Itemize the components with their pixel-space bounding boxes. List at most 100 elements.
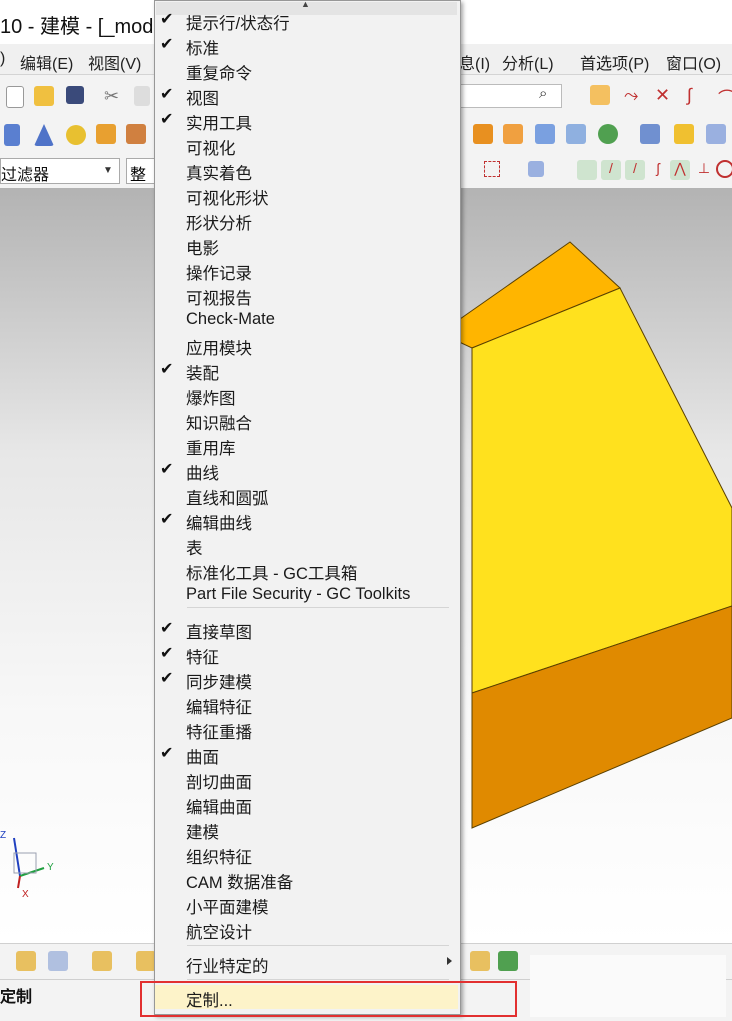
menu-item-label: 小平面建模 [186, 899, 269, 917]
menu-item[interactable]: 航空设计 [155, 917, 458, 942]
menu-item-label: 曲面 [186, 749, 219, 767]
snap-center-icon[interactable] [716, 160, 732, 178]
menu-item[interactable]: 操作记录 [155, 258, 458, 283]
snap-point-icon[interactable] [577, 160, 597, 180]
menu-info[interactable]: 息(I) [459, 50, 490, 74]
menu-item-label: 知识融合 [186, 415, 252, 433]
menu-item[interactable]: 直线和圆弧 [155, 483, 458, 508]
menu-item[interactable]: ✔ 视图 [155, 83, 458, 108]
pattern-icon[interactable] [473, 124, 493, 144]
cone-icon[interactable] [34, 124, 54, 146]
menu-item[interactable]: 重复命令 [155, 58, 458, 83]
new-file-icon[interactable] [6, 86, 24, 108]
menu-item[interactable]: ✔ 曲线 [155, 458, 458, 483]
menu-item[interactable]: 应用模块 [155, 333, 458, 358]
snap-icon[interactable] [590, 85, 610, 105]
sequence-icon[interactable] [498, 951, 518, 971]
menu-separator [187, 607, 449, 608]
menu-item[interactable]: 编辑特征 [155, 692, 458, 717]
sphere-icon[interactable] [66, 125, 86, 145]
menu-item-label: 航空设计 [186, 924, 252, 942]
menu-item[interactable]: ✔ 直接草图 [155, 617, 458, 642]
menu-item[interactable]: CAM 数据准备 [155, 867, 458, 892]
select-body-icon[interactable] [528, 161, 544, 177]
checkmark-icon: ✔ [160, 361, 174, 378]
chevron-down-icon[interactable]: ▼ [103, 165, 113, 176]
menu-item-label: 标准化工具 - GC工具箱 [186, 565, 358, 583]
block-icon[interactable] [706, 124, 726, 144]
menu-item-industry-specific[interactable]: 行业特定的 [155, 951, 458, 976]
move-component-icon[interactable] [136, 951, 156, 971]
menu-item[interactable]: 组织特征 [155, 842, 458, 867]
menu-item[interactable]: ✔ 实用工具 [155, 108, 458, 133]
menu-item[interactable]: ✔ 同步建模 [155, 667, 458, 692]
menu-item[interactable]: 知识融合 [155, 408, 458, 433]
assembly-icon[interactable] [48, 951, 68, 971]
menu-item[interactable]: ✔ 提示行/状态行 [155, 8, 458, 33]
menu-item[interactable]: 编辑曲面 [155, 792, 458, 817]
constraint-icon[interactable] [92, 951, 112, 971]
pocket-icon[interactable] [126, 124, 146, 144]
menu-item-label: 表 [186, 540, 203, 558]
menu-item[interactable]: 电影 [155, 233, 458, 258]
menu-item[interactable]: ✔ 曲面 [155, 742, 458, 767]
combine-icon[interactable] [535, 124, 555, 144]
menu-preferences[interactable]: 首选项(P) [580, 50, 649, 74]
snap-control-icon[interactable]: ʃ [648, 160, 668, 180]
menu-item[interactable]: 剖切曲面 [155, 767, 458, 792]
component-icon[interactable] [16, 951, 36, 971]
selection-scope-value: 整个 [130, 167, 147, 184]
offset-icon[interactable] [598, 124, 618, 144]
menu-item[interactable]: Part File Security - GC Toolkits [155, 583, 458, 607]
snap-endpoint-icon[interactable]: / [601, 160, 621, 180]
menu-item[interactable]: ✔ 装配 [155, 358, 458, 383]
search-icon[interactable]: ⌕ [539, 85, 547, 102]
cut-icon[interactable]: ✂ [104, 86, 124, 106]
curve-extra-icon[interactable]: ⌒ [718, 85, 732, 109]
menu-analysis[interactable]: 分析(L) [502, 50, 554, 74]
snap-intersection-icon[interactable]: ⋀ [670, 160, 690, 180]
menu-item[interactable]: 小平面建模 [155, 892, 458, 917]
save-icon[interactable] [66, 86, 84, 104]
menu-item[interactable]: Check-Mate [155, 308, 458, 332]
menu-view[interactable]: 视图(V) [88, 50, 141, 74]
menu-item[interactable]: ✔ 标准 [155, 33, 458, 58]
menu-item[interactable]: 可视报告 [155, 283, 458, 308]
book-icon[interactable] [640, 124, 660, 144]
menu-window[interactable]: 窗口(O) [666, 50, 721, 74]
menu-item[interactable]: 可视化形状 [155, 183, 458, 208]
menu-item-label: 重复命令 [186, 65, 252, 83]
menu-item[interactable]: 真实着色 [155, 158, 458, 183]
menu-item[interactable]: 可视化 [155, 133, 458, 158]
spline-icon[interactable]: ∫ [687, 85, 707, 105]
array-icon[interactable] [503, 124, 523, 144]
command-search-input[interactable]: ⌕ [460, 84, 562, 108]
menu-item[interactable]: 建模 [155, 817, 458, 842]
menu-item[interactable]: 爆炸图 [155, 383, 458, 408]
snap-arc-icon[interactable]: ⊥ [694, 160, 714, 180]
draft-icon[interactable] [674, 124, 694, 144]
box-select-icon[interactable] [484, 161, 500, 177]
menu-edit[interactable]: 编辑(E) [20, 50, 73, 74]
explode-icon[interactable] [470, 951, 490, 971]
menu-item[interactable]: 表 [155, 533, 458, 558]
intersect-icon[interactable]: ✕ [655, 85, 675, 105]
cylinder-icon[interactable] [4, 124, 20, 146]
menu-item[interactable]: 特征重播 [155, 717, 458, 742]
menu-item[interactable]: ✔ 编辑曲线 [155, 508, 458, 533]
boss-icon[interactable] [96, 124, 116, 144]
menu-item[interactable]: 重用库 [155, 433, 458, 458]
open-folder-icon[interactable] [34, 86, 54, 106]
menu-item[interactable]: 标准化工具 - GC工具箱 [155, 558, 458, 583]
copy-icon[interactable] [134, 86, 150, 106]
menu-item-label: 电影 [186, 240, 219, 258]
menu-item-label: 实用工具 [186, 115, 252, 133]
menu-partial[interactable]: ) [0, 50, 5, 68]
trim-icon[interactable] [566, 124, 586, 144]
checkmark-icon: ✔ [160, 670, 174, 687]
type-filter-select[interactable]: 过滤器 ▼ [0, 158, 120, 184]
menu-item[interactable]: ✔ 特征 [155, 642, 458, 667]
menu-item[interactable]: 形状分析 [155, 208, 458, 233]
snap-midpoint-icon[interactable]: / [625, 160, 645, 180]
curve-tool-icon[interactable]: ⤳ [624, 85, 644, 105]
